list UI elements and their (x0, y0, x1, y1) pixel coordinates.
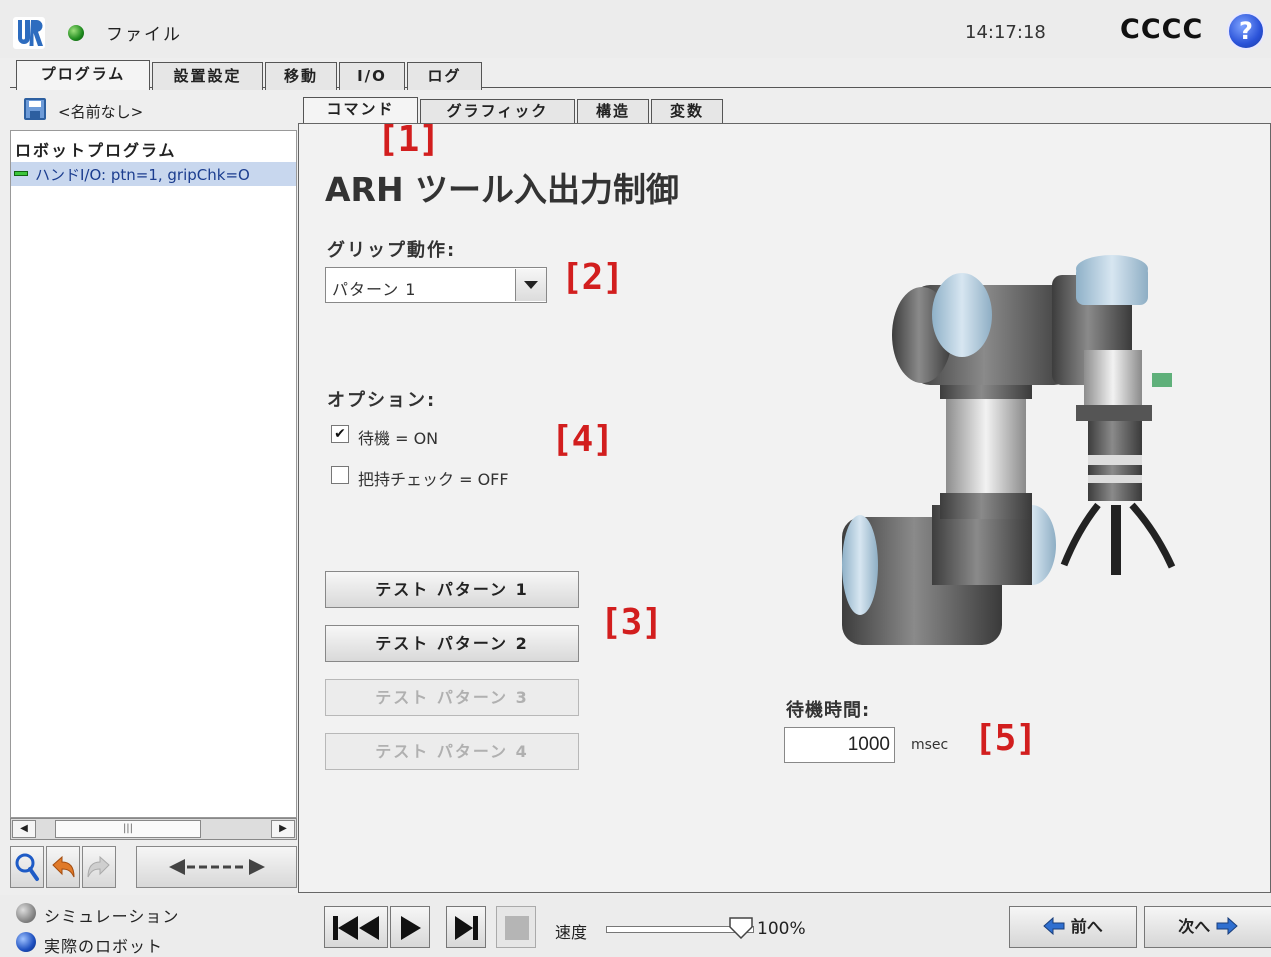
step-icon[interactable] (446, 906, 486, 948)
speed-label: 速度 (555, 923, 588, 942)
redo-icon (82, 846, 116, 888)
tab-installation[interactable]: 設置設定 (152, 62, 263, 90)
annotation-marker-3: [3] (600, 602, 663, 643)
wait-time-input[interactable] (784, 727, 895, 763)
tab-structure[interactable]: 構造 (577, 99, 649, 124)
next-button-label: 次へ (1178, 917, 1211, 936)
ur-logo-icon (13, 17, 45, 49)
robot-arm-image (842, 255, 1176, 645)
test-pattern-3-button: テスト パターン 3 (325, 679, 579, 716)
tree-toolbar (10, 846, 297, 888)
annotation-marker-4: [4] (551, 419, 614, 460)
tree-node-label: ハンドI/O: ptn=1, gripChk=O (35, 166, 250, 184)
test-pattern-4-button: テスト パターン 4 (325, 733, 579, 770)
status-dot-icon (68, 25, 84, 41)
test-pattern-1-button[interactable]: テスト パターン 1 (325, 571, 579, 608)
clock: 14:17:18 (965, 22, 1046, 43)
tree-horizontal-scrollbar[interactable]: ◀ ||| ▶ (10, 818, 297, 840)
node-status-icon (14, 171, 28, 176)
tree-root[interactable]: ロボットプログラム (15, 137, 177, 161)
scroll-left-icon[interactable]: ◀ (12, 820, 36, 838)
annotation-marker-1: [1] (377, 119, 440, 160)
robot-name: CCCC (1120, 14, 1204, 45)
grip-pattern-select[interactable]: パターン 1 (325, 267, 547, 303)
top-bar (0, 0, 1271, 58)
next-arrow-icon (1216, 916, 1238, 936)
file-menu[interactable]: ファイル (106, 20, 182, 45)
stop-icon (496, 906, 536, 948)
simulation-radio[interactable] (16, 903, 36, 923)
grip-check-checkbox[interactable] (331, 466, 349, 484)
save-icon[interactable] (24, 98, 46, 120)
undo-icon[interactable] (46, 846, 80, 888)
tab-move[interactable]: 移動 (265, 62, 337, 90)
tab-graphics[interactable]: グラフィック (420, 99, 575, 124)
grip-check-option-label: 把持チェック = OFF (358, 470, 509, 489)
tab-log[interactable]: ログ (407, 62, 482, 90)
program-tree[interactable]: ロボットプログラム ハンドI/O: ptn=1, gripChk=O (10, 130, 297, 818)
scroll-thumb[interactable]: ||| (55, 820, 201, 838)
speed-slider-handle[interactable] (729, 917, 753, 939)
speed-value: 100% (757, 919, 806, 939)
previous-button[interactable]: 前へ (1009, 906, 1137, 948)
play-icon[interactable] (390, 906, 430, 948)
prev-arrow-icon (1043, 916, 1065, 936)
node-title: ARH ツール入出力制御 (325, 170, 680, 209)
tab-io[interactable]: I/O (339, 62, 405, 90)
real-robot-label: 実際のロボット (44, 937, 164, 956)
grip-action-label: グリップ動作: (327, 240, 457, 261)
wait-time-label: 待機時間: (786, 700, 871, 721)
chevron-down-icon[interactable] (515, 269, 546, 301)
help-icon[interactable]: ? (1227, 12, 1265, 50)
test-pattern-2-button[interactable]: テスト パターン 2 (325, 625, 579, 662)
options-label: オプション: (327, 390, 437, 411)
real-robot-radio[interactable] (16, 932, 36, 952)
simulation-label: シミュレーション (44, 907, 180, 926)
move-node-icon[interactable] (136, 846, 297, 888)
zoom-icon[interactable] (10, 846, 44, 888)
grip-pattern-value: パターン 1 (332, 280, 417, 299)
rewind-icon[interactable] (324, 906, 388, 948)
wait-time-unit: msec (911, 737, 949, 753)
wait-checkbox[interactable]: ✔ (331, 425, 349, 443)
next-button[interactable]: 次へ (1144, 906, 1271, 948)
previous-button-label: 前へ (1070, 917, 1103, 936)
tab-program[interactable]: プログラム (16, 60, 150, 90)
tree-node-selected[interactable]: ハンドI/O: ptn=1, gripChk=O (11, 162, 296, 186)
annotation-marker-5: [5] (974, 718, 1037, 759)
annotation-marker-2: [2] (561, 257, 624, 298)
wait-option-label: 待機 = ON (358, 429, 439, 448)
scroll-right-icon[interactable]: ▶ (271, 820, 295, 838)
tab-variables[interactable]: 変数 (651, 99, 723, 124)
program-name: <名前なし> (58, 103, 144, 121)
